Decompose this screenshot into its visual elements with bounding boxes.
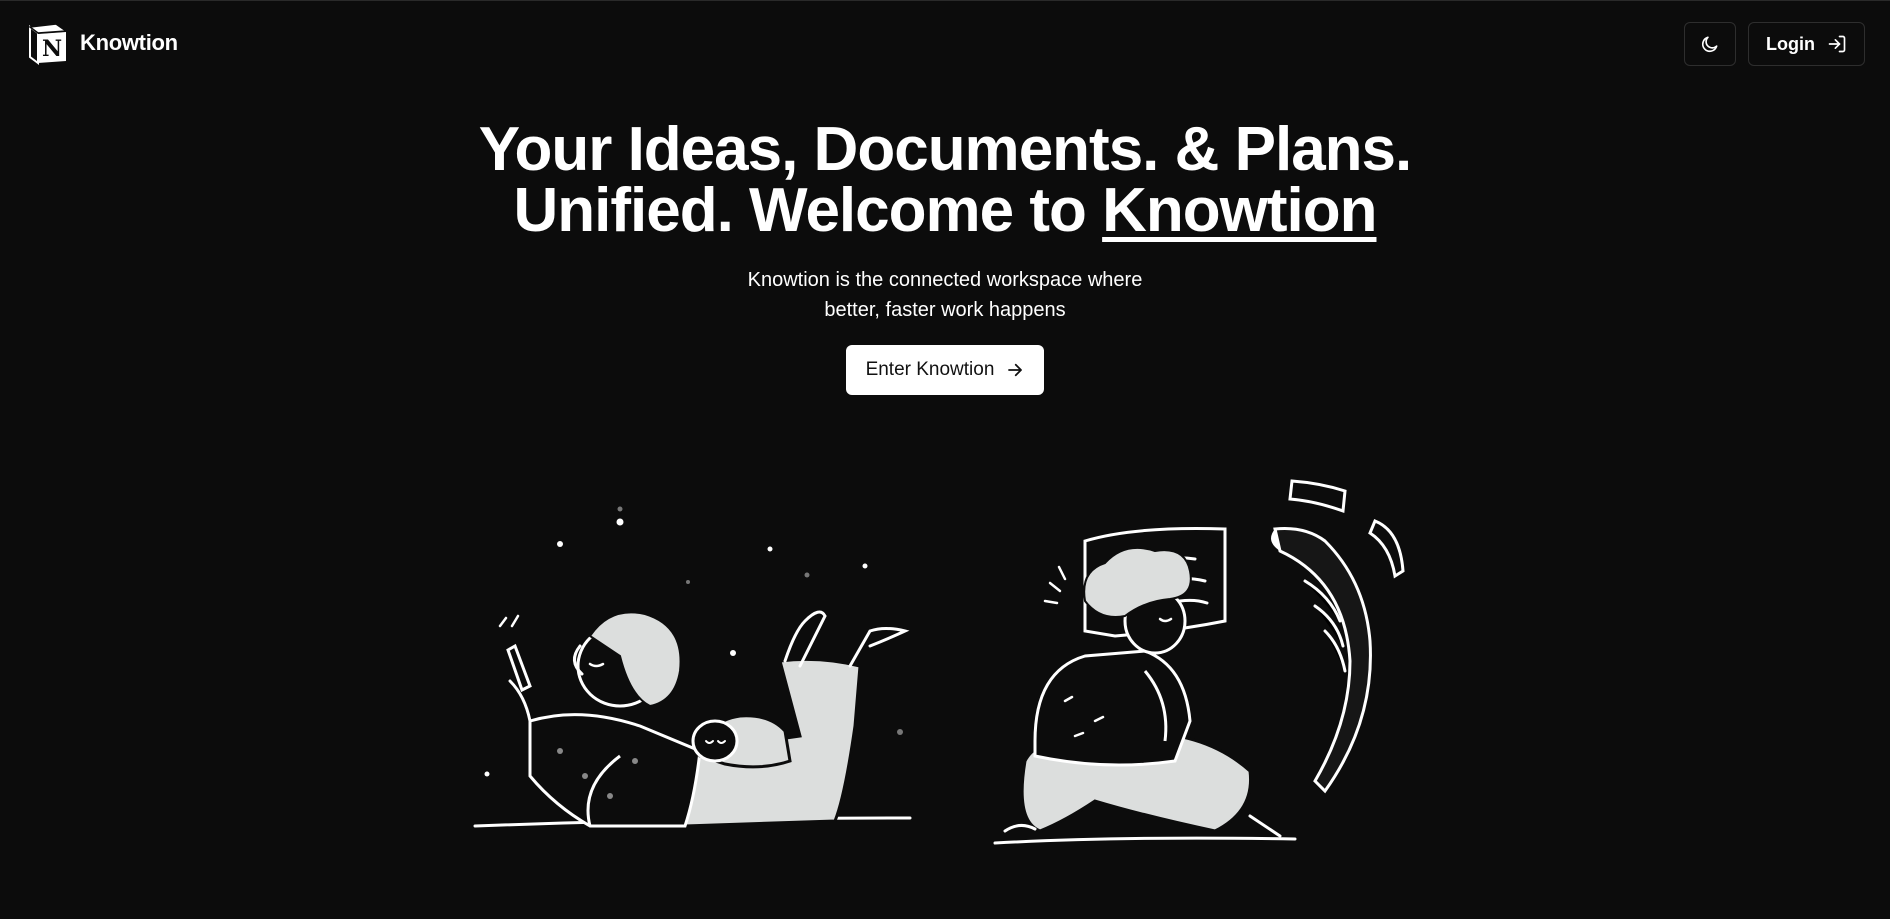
logo-letter: N: [42, 36, 62, 62]
enter-knowtion-button[interactable]: Enter Knowtion: [845, 345, 1045, 395]
reading-person-with-dog-illustration: [473, 506, 912, 828]
hero-title-line1: Your Ideas, Documents. & Plans.: [478, 115, 1413, 184]
login-button[interactable]: Login: [1748, 22, 1865, 66]
arrow-right-icon: [1008, 363, 1023, 377]
theme-toggle-button[interactable]: [1684, 22, 1737, 66]
hero-title: Your Ideas, Documents. & Plans. Unified.…: [0, 119, 1890, 242]
hero-subtitle: Knowtion is the connected workspace wher…: [715, 265, 1175, 325]
header-actions: Login: [1684, 22, 1865, 66]
brand-link[interactable]: N Knowtion: [26, 21, 178, 65]
knowtion-logo-icon: N: [28, 23, 69, 65]
hero-section: Your Ideas, Documents. & Plans. Unified.…: [0, 119, 1890, 395]
login-arrow-icon: [1828, 35, 1846, 53]
hero-title-brand: Knowtion: [1102, 176, 1377, 245]
top-navbar: N Knowtion Login: [0, 1, 1890, 87]
moon-icon: [1701, 36, 1718, 53]
hero-title-line2-prefix: Unified. Welcome to: [513, 176, 1087, 245]
thinking-person-with-documents-illustration: [993, 479, 1405, 845]
hero-subtitle-line1: Knowtion is the connected workspace wher…: [747, 269, 1143, 291]
brand-name: Knowtion: [80, 30, 178, 55]
login-label: Login: [1766, 33, 1815, 54]
landing-page: N Knowtion Login Your Ideas, Documents. …: [0, 0, 1890, 919]
hero-subtitle-line2: better, faster work happens: [824, 299, 1066, 321]
cta-label: Enter Knowtion: [865, 359, 995, 380]
